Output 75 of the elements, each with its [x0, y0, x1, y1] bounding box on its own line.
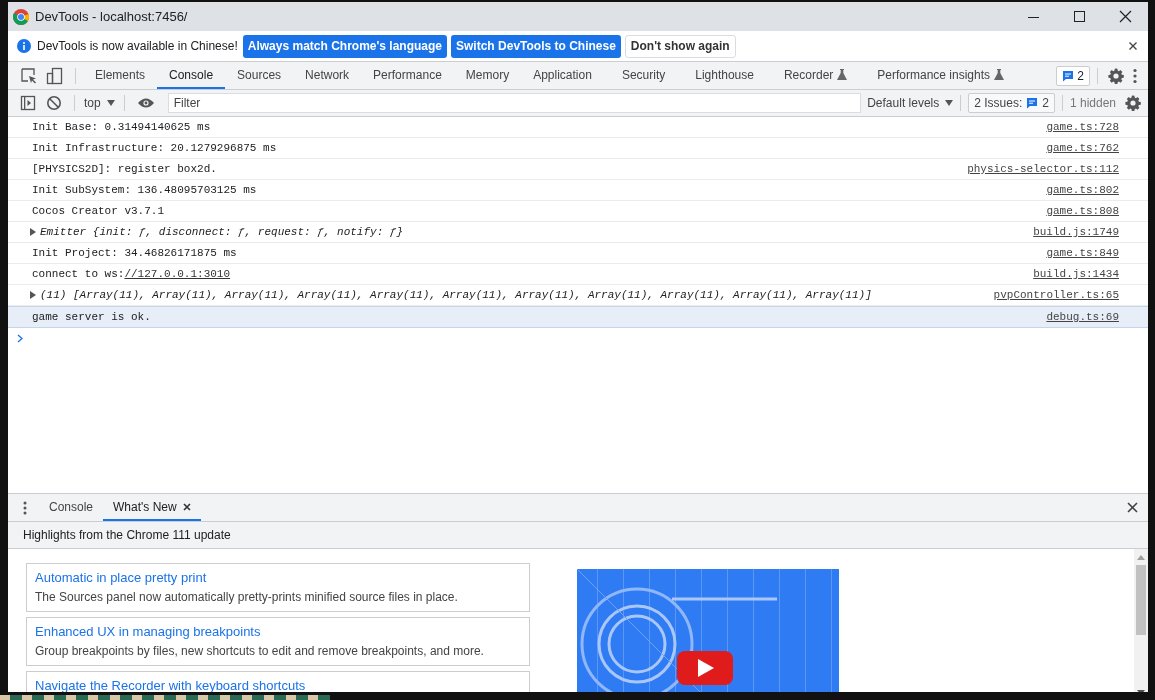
dropdown-arrow-icon — [945, 100, 954, 106]
log-message: [PHYSICS2D]: register box2d. — [32, 163, 217, 175]
panel-tab[interactable]: Performance insights — [865, 62, 1017, 89]
more-menu-icon[interactable] — [1133, 67, 1137, 84]
issues-button[interactable]: 2 Issues: 2 — [968, 93, 1055, 113]
dropdown-arrow-icon — [106, 100, 115, 106]
source-link[interactable]: game.ts:849 — [1046, 247, 1119, 259]
feature-title[interactable]: Automatic in place pretty print — [35, 570, 521, 585]
context-dropdown[interactable]: top — [82, 96, 117, 110]
panel-tab[interactable]: Elements — [83, 62, 158, 89]
eye-icon[interactable] — [136, 97, 155, 109]
window-title: DevTools - localhost:7456/ — [35, 9, 188, 24]
log-message: Init Infrastructure: 20.1279296875 ms — [32, 142, 277, 154]
sidebar-toggle-icon[interactable] — [20, 95, 36, 111]
panel-tab[interactable]: Security — [609, 62, 678, 89]
filter-field[interactable]: Filter — [167, 93, 862, 113]
more-menu-icon[interactable] — [23, 500, 27, 515]
message-icon — [1062, 69, 1075, 82]
flask-icon — [837, 69, 848, 80]
log-message: Init Project: 34.46826171875 ms — [32, 247, 237, 259]
source-link[interactable]: game.ts:728 — [1046, 121, 1119, 133]
panel-tab[interactable]: Memory — [453, 62, 522, 89]
source-link[interactable]: pvpController.ts:65 — [993, 289, 1119, 301]
log-message: connect to ws: — [32, 268, 125, 280]
info-button[interactable]: Always match Chrome's language — [242, 34, 448, 58]
source-link[interactable]: game.ts:762 — [1046, 142, 1119, 154]
source-link[interactable]: game.ts:808 — [1046, 205, 1119, 217]
log-message: Emitter {init: ƒ, disconnect: ƒ, request: ƒ, notify: ƒ} — [40, 226, 404, 238]
expand-triangle-icon[interactable] — [30, 228, 36, 236]
message-icon — [1026, 97, 1039, 109]
feature-card[interactable]: Enhanced UX in managing breakpoints Group breakpoints by files, new shortcuts to edit and remove breakpoints, and more. — [26, 617, 530, 666]
device-toolbar-icon[interactable] — [46, 66, 64, 85]
panel-tab[interactable]: Lighthouse — [683, 62, 766, 89]
feature-description: Group breakpoints by files, new shortcuts to edit and remove breakpoints, and more. — [35, 644, 485, 658]
panel-tab[interactable]: Network — [293, 62, 362, 89]
log-message: game server is ok. — [32, 311, 151, 323]
close-icon[interactable] — [182, 502, 191, 511]
log-message: Init SubSystem: 136.48095703125 ms — [32, 184, 257, 196]
chrome-logo-icon — [13, 8, 29, 25]
log-levels-dropdown[interactable]: Default levels — [867, 96, 954, 110]
feature-title[interactable]: Navigate the Recorder with keyboard shortcuts — [35, 678, 521, 692]
source-link[interactable]: debug.ts:69 — [1046, 311, 1119, 323]
settings-icon[interactable] — [1108, 67, 1124, 84]
drawer-tab[interactable]: Console — [39, 494, 104, 521]
info-message: DevTools is now available in Chinese! — [37, 39, 238, 53]
info-button[interactable]: Switch DevTools to Chinese — [451, 34, 621, 58]
source-link[interactable]: build.js:1749 — [1033, 226, 1119, 238]
info-icon — [17, 39, 31, 53]
source-link[interactable]: build.js:1434 — [1033, 268, 1119, 280]
log-message: (11) [Array(11), Array(11), Array(11), Array(11), Array(11), Array(11), Array(11), Array(11), Array(11), Array(11), Array(11)] — [40, 289, 872, 301]
clear-console-icon[interactable] — [46, 95, 62, 111]
flask-icon — [994, 69, 1005, 80]
source-link[interactable]: physics-selector.ts:112 — [967, 163, 1119, 175]
inspect-element-icon[interactable] — [20, 66, 38, 85]
panel-tab[interactable]: Performance — [361, 62, 454, 89]
panel-tab[interactable]: Recorder — [771, 62, 860, 89]
info-button[interactable]: Don't show again — [624, 34, 736, 58]
prompt-chevron-icon — [17, 334, 23, 343]
hidden-count: 1 hidden — [1069, 96, 1116, 110]
panel-tab[interactable]: Sources — [225, 62, 294, 89]
feature-card[interactable]: Automatic in place pretty print The Sources panel now automatically pretty-prints minified source files in place. — [26, 563, 530, 612]
feature-description: The Sources panel now automatically pretty-prints minified source files in place. — [35, 590, 459, 604]
log-message: Cocos Creator v3.7.1 — [32, 205, 165, 217]
close-icon[interactable] — [1127, 502, 1138, 513]
issues-badge[interactable]: 2 — [1056, 65, 1090, 86]
close-icon[interactable] — [1128, 41, 1138, 51]
expand-triangle-icon[interactable] — [30, 291, 36, 299]
feature-title[interactable]: Enhanced UX in managing breakpoints — [35, 624, 521, 639]
panel-tab[interactable]: Application — [521, 62, 604, 89]
source-link[interactable]: game.ts:802 — [1046, 184, 1119, 196]
panel-heading: Highlights from the Chrome 111 update — [8, 522, 1148, 549]
settings-icon[interactable] — [1125, 95, 1141, 111]
log-message: Init Base: 0.31494140625 ms — [32, 121, 211, 133]
scrollbar-drawing[interactable] — [1134, 549, 1148, 692]
url-link[interactable]: //127.0.0.1:3010 — [124, 268, 231, 280]
